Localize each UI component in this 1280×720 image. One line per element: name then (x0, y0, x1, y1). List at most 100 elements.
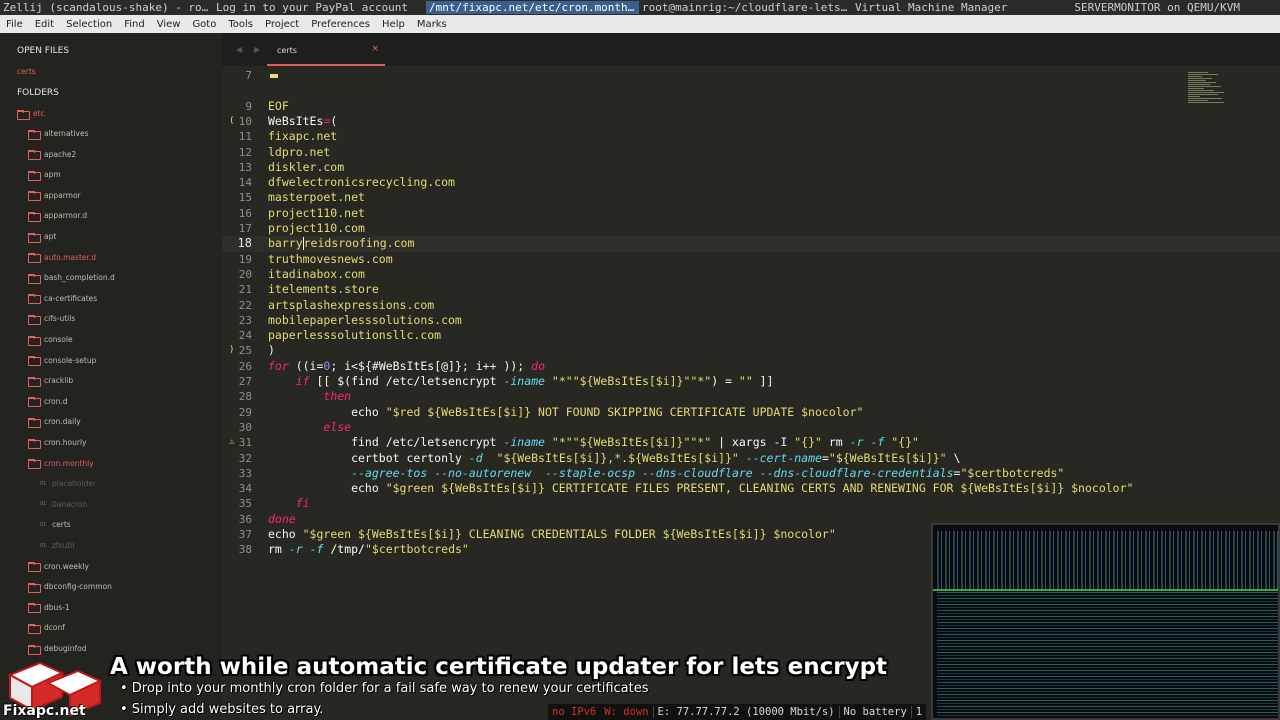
sidebar-folder-item[interactable]: cracklib (28, 376, 73, 387)
taskbar-window-editor[interactable]: /mnt/fixapc.net/etc/cron.month… (426, 1, 639, 14)
tab-certs[interactable]: certs × (267, 40, 385, 66)
code-line[interactable]: 30 else (222, 420, 1280, 435)
sidebar-folder-item[interactable]: bash_completion.d (28, 273, 115, 284)
code-line[interactable]: 19 truthmovesnews.com (222, 252, 1280, 267)
sidebar-file-item[interactable]: 01 zfsutil (40, 541, 74, 550)
code-line[interactable]: 22 artsplashexpressions.com (222, 298, 1280, 313)
tree-item-label: ca-certificates (44, 293, 98, 303)
sidebar-folder-item[interactable]: cifs-utils (28, 314, 75, 325)
sidebar-folder-item[interactable]: alternatives (28, 129, 89, 140)
code-text: echo "$red ${WeBsItEs[$i]} NOT FOUND SKI… (268, 404, 864, 419)
code-line[interactable]: 23 mobilepaperlesssolutions.com (222, 313, 1280, 328)
sidebar-folder-item[interactable]: apt (28, 232, 56, 243)
menu-preferences[interactable]: Preferences (305, 19, 376, 30)
folder-icon (28, 335, 41, 346)
line-number: 10 (238, 114, 252, 128)
code-line[interactable]: 25)) (222, 343, 1280, 358)
code-line[interactable]: 21 itelements.store (222, 282, 1280, 297)
logo-text: Fixapc.net (3, 703, 86, 719)
sidebar-folder-item[interactable]: cron.d (28, 397, 68, 408)
taskbar-window-terminal[interactable]: root@mainrig:~/cloudflare-lets… (639, 1, 852, 14)
sidebar-file-item[interactable]: 01 0anacron (40, 500, 87, 509)
menu-selection[interactable]: Selection (60, 19, 118, 30)
minimap[interactable] (1188, 72, 1224, 120)
code-line[interactable]: 16 project110.net (222, 206, 1280, 221)
code-line[interactable]: 32 certbot certonly -d "${WeBsItEs[$i]},… (222, 451, 1280, 466)
sidebar-folder-item[interactable]: cron.hourly (28, 438, 86, 449)
code-line[interactable]: 14 dfwelectronicsrecycling.com (222, 175, 1280, 190)
code-line[interactable]: 12 ldpro.net (222, 145, 1280, 160)
code-line[interactable]: 35 fi (222, 496, 1280, 511)
code-line[interactable]: 29 echo "$red ${WeBsItEs[$i]} NOT FOUND … (222, 405, 1280, 420)
open-file-certs[interactable]: certs (17, 67, 36, 76)
taskbar-window-zellij[interactable]: Zellij (scandalous-shake) - ro… (0, 1, 213, 14)
code-line[interactable]: 18 barryreidsroofing.com (222, 236, 1280, 252)
tree-item-label: console-setup (44, 355, 97, 365)
sidebar-folder-item[interactable]: console (28, 335, 73, 346)
folder-icon (28, 644, 41, 655)
code-text: WeBsItEs=( (268, 113, 338, 128)
folder-icon (28, 191, 41, 202)
sidebar-folder-item[interactable]: ca-certificates (28, 293, 98, 305)
sidebar-folder-item[interactable]: dbus-1 (28, 603, 70, 614)
code-text: fixapc.net (268, 129, 338, 144)
sidebar-folder-item[interactable]: auto.master.d (28, 253, 96, 264)
code-line[interactable]: 20 itadinabox.com (222, 267, 1280, 282)
code-line[interactable]: 34 echo "$green ${WeBsItEs[$i]} CERTIFIC… (222, 481, 1280, 496)
sidebar-folder-item[interactable]: apparmor (28, 191, 81, 202)
code-text: ldpro.net (268, 144, 331, 159)
sidebar-folder-item[interactable]: cron.weekly (28, 562, 89, 573)
code-line[interactable]: 31 find /etc/letsencrypt -iname "*""${We… (222, 435, 1280, 450)
code-line[interactable]: 15 masterpoet.net (222, 190, 1280, 205)
sidebar-folder-item[interactable]: cron.daily (28, 417, 81, 428)
tree-item-label: 0anacron (52, 499, 88, 509)
code-line[interactable]: 33 --agree-tos --no-autorenew --staple-o… (222, 466, 1280, 481)
code-line[interactable]: 24 paperlesssolutionsllc.com (222, 328, 1280, 343)
folder-icon (28, 129, 41, 140)
tab-forward-arrow-icon[interactable]: ▶ (254, 45, 260, 54)
taskbar-window-paypal[interactable]: Log in to your PayPal account (213, 1, 426, 14)
code-line[interactable]: 11 fixapc.net (222, 129, 1280, 144)
taskbar-window-servermonitor[interactable]: SERVERMONITOR on QEMU/KVM (1074, 0, 1240, 15)
code-line[interactable]: 27 if [[ $(find /etc/letsencrypt -iname … (222, 374, 1280, 389)
sidebar-folder-item[interactable]: dbconfig-common (28, 582, 112, 593)
line-number: 24 (238, 329, 252, 343)
ipv6-status: no IPv6 (552, 706, 597, 718)
code-line[interactable]: 26 for ((i=0; i<${#WeBsItEs[@]}; i++ )); … (222, 359, 1280, 374)
menu-help[interactable]: Help (376, 19, 411, 30)
sidebar-folder-item[interactable]: cron.monthly (28, 459, 94, 470)
code-line[interactable]: 28 then (222, 389, 1280, 404)
code-line[interactable]: 7 (222, 68, 1280, 83)
close-icon[interactable]: × (371, 44, 379, 54)
sidebar-file-item[interactable]: 01 placeholder (40, 479, 96, 488)
code-line[interactable]: 10 WeBsItEs=(( (222, 114, 1280, 129)
sidebar-folder-item[interactable]: debuginfod (28, 644, 86, 655)
sidebar-file-item[interactable]: 01 certs (40, 520, 71, 529)
code-line[interactable]: 17 project110.com (222, 221, 1280, 236)
sidebar-folder-item[interactable]: dconf (28, 623, 65, 634)
taskbar-window-vmm[interactable]: Virtual Machine Manager (852, 1, 1065, 14)
sidebar-folder-item[interactable]: apache2 (28, 150, 76, 161)
menu-edit[interactable]: Edit (29, 19, 60, 30)
menu-project[interactable]: Project (259, 19, 305, 30)
sidebar-folder-item[interactable]: apparmor.d (28, 211, 87, 222)
folder-label: etc (33, 109, 45, 118)
code-line[interactable]: 9 EOF (222, 99, 1280, 114)
terminal-overlay (931, 523, 1280, 720)
folder-etc[interactable]: etc (17, 109, 45, 120)
code-line[interactable] (222, 83, 1280, 98)
menu-view[interactable]: View (151, 19, 187, 30)
line-number: 30 (238, 420, 252, 434)
menu-file[interactable]: File (0, 19, 29, 30)
menu-goto[interactable]: Goto (186, 19, 222, 30)
folder-icon (28, 211, 41, 222)
tree-item-label: certs (52, 520, 71, 530)
sidebar-folder-item[interactable]: apm (28, 170, 61, 181)
sidebar-folder-item[interactable]: console-setup (28, 355, 97, 367)
menu-tools[interactable]: Tools (222, 19, 259, 30)
tab-back-arrow-icon[interactable]: ◀ (236, 45, 242, 54)
line-number: 16 (238, 206, 252, 220)
menu-find[interactable]: Find (118, 19, 151, 30)
menu-marks[interactable]: Marks (411, 19, 453, 30)
code-line[interactable]: 13 diskler.com (222, 160, 1280, 175)
